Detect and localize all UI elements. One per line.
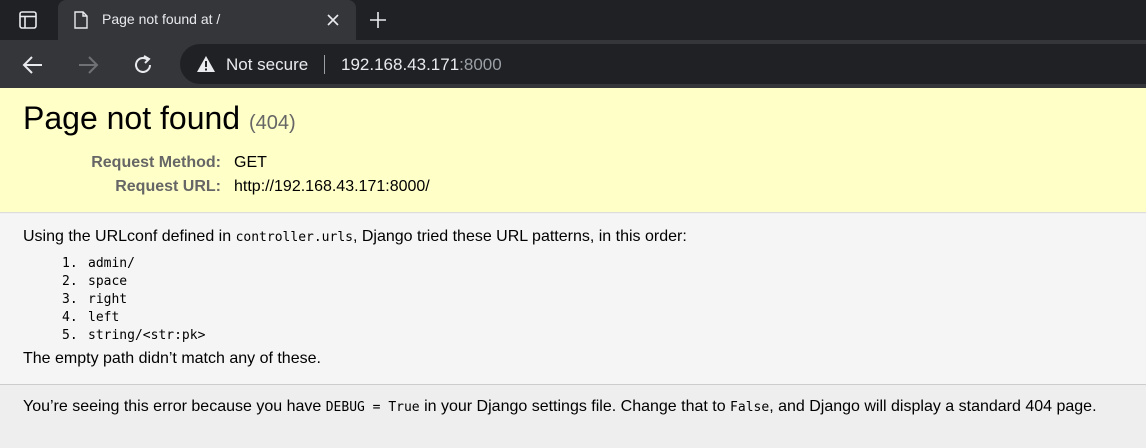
false-value-code: False [730, 400, 770, 415]
url-host: 192.168.43.171 [341, 55, 460, 74]
pattern-number: 2. [62, 274, 78, 289]
security-status-label[interactable]: Not secure [226, 55, 308, 75]
url-text[interactable]: 192.168.43.171:8000 [341, 55, 502, 75]
page-content: Page not found (404) Request Method: GET… [0, 88, 1146, 448]
url-port: :8000 [459, 55, 502, 74]
pattern-text: space [88, 274, 128, 289]
no-match-message: The empty path didn’t match any of these… [23, 350, 321, 367]
active-tab[interactable]: Page not found at / [58, 0, 356, 40]
urlconf-name: controller.urls [235, 230, 353, 245]
pattern-number: 5. [62, 328, 78, 343]
plus-icon [370, 12, 386, 28]
pattern-text: admin/ [88, 256, 135, 271]
url-pattern-list: 1. admin/ 2. space 3. right 4. left 5. string… [62, 255, 205, 345]
request-method-label: Request Method: [91, 154, 221, 171]
forward-arrow-icon [79, 56, 99, 74]
page-title: Page not found (404) [23, 100, 296, 137]
status-code: (404) [248, 112, 296, 134]
url-pattern-item: 2. space [62, 273, 205, 291]
tab-actions-icon[interactable] [10, 8, 46, 32]
request-method-value: GET [234, 154, 267, 171]
request-url-value: http://192.168.43.171:8000/ [234, 178, 430, 195]
tab-strip: Page not found at / [0, 0, 1146, 40]
omnibox-divider [324, 55, 325, 74]
browser-toolbar: Not secure 192.168.43.171:8000 [0, 40, 1146, 88]
title-text: Page not found [23, 100, 241, 136]
pattern-text: left [88, 310, 120, 325]
url-pattern-item: 4. left [62, 309, 205, 327]
new-tab-button[interactable] [366, 8, 390, 32]
tab-title: Page not found at / [102, 11, 221, 27]
pattern-text: right [88, 292, 128, 307]
url-pattern-item: 5. string/<str:pk> [62, 327, 205, 345]
pattern-text: string/<str:pk> [88, 328, 206, 343]
error-summary: Page not found (404) Request Method: GET… [0, 88, 1146, 213]
forward-button[interactable] [75, 52, 101, 78]
pattern-number: 1. [62, 256, 78, 271]
explanation-text: You’re seeing this error because you hav… [23, 398, 1097, 416]
explain-part-2: in your Django settings file. Change tha… [419, 398, 731, 415]
request-url-label: Request URL: [115, 178, 221, 195]
explain-part-1: You’re seeing this error because you hav… [23, 398, 326, 415]
debug-explanation: You’re seeing this error because you hav… [0, 384, 1146, 448]
pattern-number: 3. [62, 292, 78, 307]
reload-button[interactable] [130, 52, 156, 78]
intro-before: Using the URLconf defined in [23, 228, 236, 245]
url-pattern-item: 3. right [62, 291, 205, 309]
close-tab-icon[interactable] [324, 11, 342, 29]
url-pattern-item: 1. admin/ [62, 255, 205, 273]
page-icon [72, 11, 90, 29]
back-button[interactable] [20, 52, 46, 78]
back-arrow-icon [22, 56, 42, 74]
error-info: Using the URLconf defined in controller.… [0, 214, 1146, 384]
pattern-number: 4. [62, 310, 78, 325]
intro-after: , Django tried these URL patterns, in th… [352, 228, 687, 245]
debug-setting-code: DEBUG = True [325, 400, 420, 415]
address-bar[interactable]: Not secure 192.168.43.171:8000 [180, 44, 1146, 84]
urlconf-intro: Using the URLconf defined in controller.… [23, 228, 687, 246]
reload-icon [135, 55, 151, 73]
explain-part-3: , and Django will display a standard 404… [769, 398, 1097, 415]
warning-icon[interactable] [196, 55, 216, 73]
